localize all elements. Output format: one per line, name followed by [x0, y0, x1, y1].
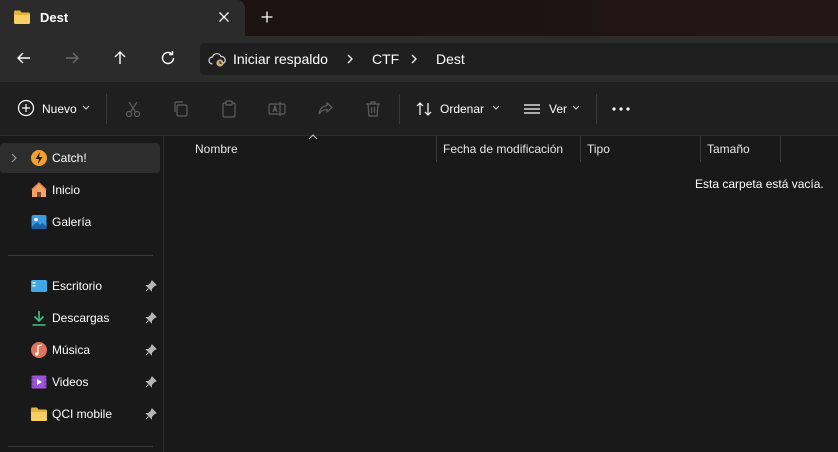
view-button[interactable]: Ver — [516, 90, 586, 128]
sort-ascending-icon — [308, 134, 318, 140]
column-divider[interactable] — [580, 136, 581, 162]
pin-icon[interactable] — [145, 344, 157, 356]
sidebar-item-musica[interactable]: Música — [0, 335, 160, 365]
column-header-size[interactable]: Tamaño — [707, 142, 750, 156]
new-button[interactable]: Nuevo — [10, 90, 98, 128]
tab-title: Dest — [40, 10, 69, 25]
breadcrumb-item[interactable]: Dest — [436, 51, 465, 67]
sidebar-item-label: Videos — [52, 375, 89, 389]
chevron-right-icon[interactable] — [409, 53, 419, 65]
arrow-left-icon[interactable] — [13, 47, 35, 69]
column-divider[interactable] — [780, 136, 781, 162]
desktop-icon — [31, 280, 47, 292]
sidebar-item-catch[interactable]: Catch! — [0, 143, 160, 173]
download-icon — [32, 311, 46, 326]
sidebar-item-qci-mobile[interactable]: QCI mobile — [0, 399, 160, 429]
column-divider[interactable] — [436, 136, 437, 162]
sidebar-divider — [8, 255, 153, 256]
sidebar-divider — [8, 446, 153, 447]
arrow-up-icon[interactable] — [109, 47, 131, 69]
column-header-type[interactable]: Tipo — [587, 142, 610, 156]
view-list-icon — [524, 104, 540, 114]
delete-icon[interactable] — [363, 99, 383, 119]
chevron-down-icon — [492, 105, 500, 110]
breadcrumb-item[interactable]: CTF — [372, 51, 399, 67]
chevron-right-icon[interactable] — [345, 53, 355, 65]
sidebar-item-galeria[interactable]: Galería — [0, 207, 160, 237]
video-icon — [31, 375, 47, 389]
folder-icon — [31, 407, 47, 421]
divider — [596, 94, 597, 124]
sidebar-item-label: Galería — [52, 215, 92, 229]
paste-icon[interactable] — [219, 99, 239, 119]
pin-icon[interactable] — [145, 408, 157, 420]
cloud-backup-icon — [208, 53, 226, 67]
column-divider[interactable] — [700, 136, 701, 162]
divider — [399, 94, 400, 124]
more-icon[interactable] — [610, 99, 632, 119]
cut-icon[interactable] — [123, 99, 143, 119]
navigation-pane: Catch! Inicio Galería Escritorio Descarg… — [0, 136, 164, 452]
sidebar-item-label: Escritorio — [52, 279, 103, 293]
arrow-right-icon[interactable] — [61, 47, 83, 69]
command-bar: Nuevo Ordenar Ver — [0, 82, 838, 136]
file-list[interactable]: Nombre Fecha de modificación Tipo Tamaño… — [165, 134, 838, 452]
column-header-date-modified[interactable]: Fecha de modificación — [443, 142, 563, 156]
plus-circle-icon — [17, 99, 35, 117]
sidebar-item-descargas[interactable]: Descargas — [0, 303, 160, 333]
copy-icon[interactable] — [171, 99, 191, 119]
address-bar[interactable]: Iniciar respaldo CTF Dest — [200, 43, 838, 75]
view-button-label: Ver — [549, 102, 568, 116]
folder-icon — [14, 10, 30, 24]
chevron-down-icon — [572, 105, 580, 110]
refresh-icon[interactable] — [157, 47, 179, 69]
sort-button-label: Ordenar — [440, 102, 485, 116]
column-header-name[interactable]: Nombre — [195, 142, 238, 156]
column-header-row: Nombre Fecha de modificación Tipo Tamaño — [165, 134, 838, 162]
title-bar: Dest — [0, 0, 838, 36]
bolt-icon — [31, 150, 47, 166]
sidebar-item-escritorio[interactable]: Escritorio — [0, 271, 160, 301]
music-icon — [31, 342, 47, 358]
gallery-icon — [31, 215, 47, 229]
pin-icon[interactable] — [145, 312, 157, 324]
close-icon[interactable] — [215, 8, 233, 26]
rename-icon[interactable] — [267, 99, 287, 119]
sidebar-item-inicio[interactable]: Inicio — [0, 175, 160, 205]
chevron-right-icon[interactable] — [9, 152, 19, 164]
home-icon — [31, 181, 47, 197]
sidebar-item-label: Catch! — [52, 151, 87, 165]
address-row: Iniciar respaldo CTF Dest — [0, 36, 838, 82]
pin-icon[interactable] — [145, 280, 157, 292]
plus-icon[interactable] — [258, 8, 276, 26]
sidebar-item-label: Música — [52, 343, 91, 357]
empty-folder-message: Esta carpeta está vacía. — [695, 177, 824, 191]
sidebar-item-label: Descargas — [52, 311, 110, 325]
chevron-down-icon — [82, 105, 90, 110]
sort-icon — [416, 102, 432, 116]
divider — [106, 94, 107, 124]
sidebar-item-label: QCI mobile — [52, 407, 113, 421]
sidebar-item-label: Inicio — [52, 183, 81, 197]
new-button-label: Nuevo — [42, 102, 77, 116]
share-icon[interactable] — [315, 99, 335, 119]
sidebar-item-videos[interactable]: Videos — [0, 367, 160, 397]
sort-button[interactable]: Ordenar — [408, 90, 508, 128]
breadcrumb-item[interactable]: Iniciar respaldo — [233, 51, 328, 67]
tab-dest[interactable]: Dest — [0, 0, 245, 36]
pin-icon[interactable] — [145, 376, 157, 388]
